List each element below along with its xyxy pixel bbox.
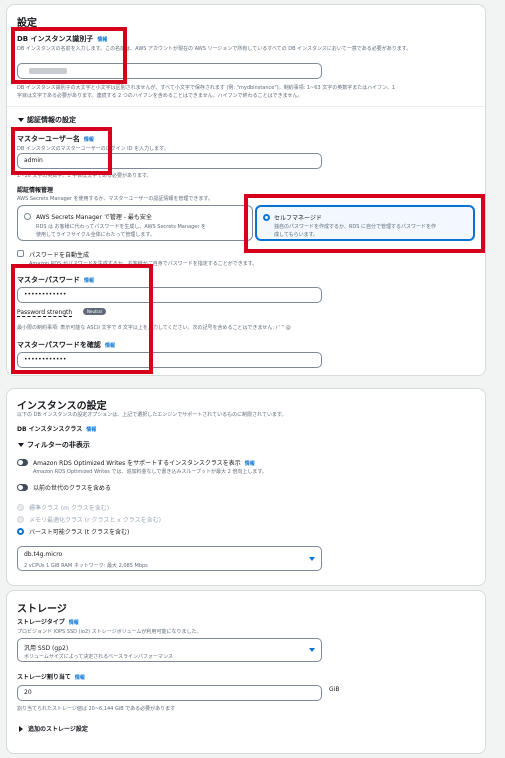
storage-allocation-label: ストレージ割り当て 情報 — [17, 674, 85, 681]
instance-title: インスタンスの設定 — [17, 401, 107, 412]
instance-panel: インスタンスの設定 以下の DB インスタンスの設定オプションは、上記で選択した… — [6, 388, 486, 586]
highlight-db-identifier — [11, 27, 127, 84]
instance-description: 以下の DB インスタンスの設定オプションは、上記で選択したエンジンでサポートさ… — [17, 412, 287, 418]
highlight-master-username — [11, 127, 112, 175]
standard-class-radio[interactable] — [17, 504, 24, 511]
storage-allocation-input[interactable]: 20 — [17, 685, 322, 701]
storage-type-select[interactable]: 汎用 SSD (gp2) ボリュームサイズによって決定されるベースラインパフォー… — [17, 638, 322, 662]
db-identifier-constraints-2: 字目は文字である必要があります。連続する 2 つのハイフンを含めることはできませ… — [17, 93, 303, 99]
storage-type-label: ストレージタイプ 情報 — [17, 619, 79, 626]
optimized-writes-toggle[interactable] — [17, 459, 28, 466]
secrets-manager-desc-1: RDS は お客様に代わってパスワードを生成し、AWS Secrets Mana… — [36, 224, 206, 230]
storage-allocation-hint: 割り当てられたストレージ値は 20~6,144 GiB である必要があります — [17, 706, 176, 712]
secrets-manager-option[interactable]: AWS Secrets Manager で管理 - 最も安全 RDS は お客様… — [17, 205, 253, 241]
storage-panel: ストレージ ストレージタイプ 情報 プロビジョンド IOPS SSD (io2) … — [6, 590, 486, 754]
optimized-writes-label: Amazon RDS Optimized Writes をサポートするインスタン… — [33, 460, 255, 467]
filter-toggle[interactable]: フィルターの非表示 — [27, 440, 90, 450]
previous-gen-label: 以前の世代のクラスを含める — [33, 485, 111, 492]
highlight-self-managed — [244, 194, 485, 253]
burstable-class-radio[interactable] — [17, 528, 24, 535]
credentials-section-toggle[interactable]: 認証情報の設定 — [27, 115, 76, 125]
info-link[interactable]: 情報 — [86, 427, 96, 433]
info-link[interactable]: 情報 — [245, 461, 255, 467]
memory-class-radio[interactable] — [17, 516, 24, 523]
storage-title: ストレージ — [17, 604, 67, 615]
info-link[interactable]: 情報 — [69, 620, 79, 626]
secrets-manager-desc-2: 使用してライフサイクル全体にわたって管理します。 — [36, 232, 155, 238]
instance-class-label: DB インスタンスクラス 情報 — [17, 426, 97, 433]
expand-caret-icon[interactable] — [19, 726, 23, 732]
expand-caret-icon[interactable] — [18, 443, 24, 447]
credentials-management-description: AWS Secrets Manager を使用するか、マスターユーザーの認証情報… — [17, 196, 213, 202]
storage-type-value: 汎用 SSD (gp2) — [24, 645, 69, 652]
previous-gen-toggle[interactable] — [17, 484, 28, 491]
instance-class-select[interactable]: db.t4g.micro 2 vCPUs 1 GiB RAM ネットワーク: 最… — [17, 546, 322, 571]
auto-password-label: パスワードを自動生成 — [29, 252, 90, 259]
auto-password-checkbox[interactable] — [17, 250, 24, 257]
secrets-manager-title: AWS Secrets Manager で管理 - 最も安全 — [36, 214, 152, 221]
highlight-password — [11, 264, 153, 374]
storage-type-value-desc: ボリュームサイズによって決定されるベースラインパフォーマンス — [24, 654, 173, 660]
dropdown-caret-icon — [309, 648, 315, 652]
info-link[interactable]: 情報 — [75, 675, 85, 681]
instance-class-value: db.t4g.micro — [24, 551, 63, 558]
storage-type-description: プロビジョンド IOPS SSD (io2) ストレージボリュームが利用可能にな… — [17, 629, 202, 635]
secrets-manager-radio[interactable] — [24, 213, 31, 220]
credentials-management-label: 認証情報管理 — [17, 187, 54, 194]
section-divider — [7, 106, 485, 107]
standard-class-label: 標準クラス (m クラスを含む) — [29, 505, 110, 512]
memory-class-label: メモリ最適化クラス (r クラスと x クラスを含む) — [29, 517, 161, 524]
db-identifier-constraints-1: DB インスタンス識別子の大文字と小文字は区別されませんが、すべて小文字で保存さ… — [17, 85, 396, 91]
dropdown-caret-icon — [309, 557, 315, 561]
burstable-class-label: バースト可能クラス (t クラスを含む) — [29, 529, 130, 536]
instance-class-detail: 2 vCPUs 1 GiB RAM ネットワーク: 最大 2,085 Mbps — [24, 563, 148, 569]
storage-unit: GiB — [329, 686, 340, 693]
additional-storage-toggle[interactable]: 追加のストレージ設定 — [28, 724, 88, 733]
optimized-writes-description: Amazon RDS Optimized Writes では、追加料金なしで書き… — [33, 469, 267, 475]
expand-caret-icon[interactable] — [18, 118, 24, 122]
